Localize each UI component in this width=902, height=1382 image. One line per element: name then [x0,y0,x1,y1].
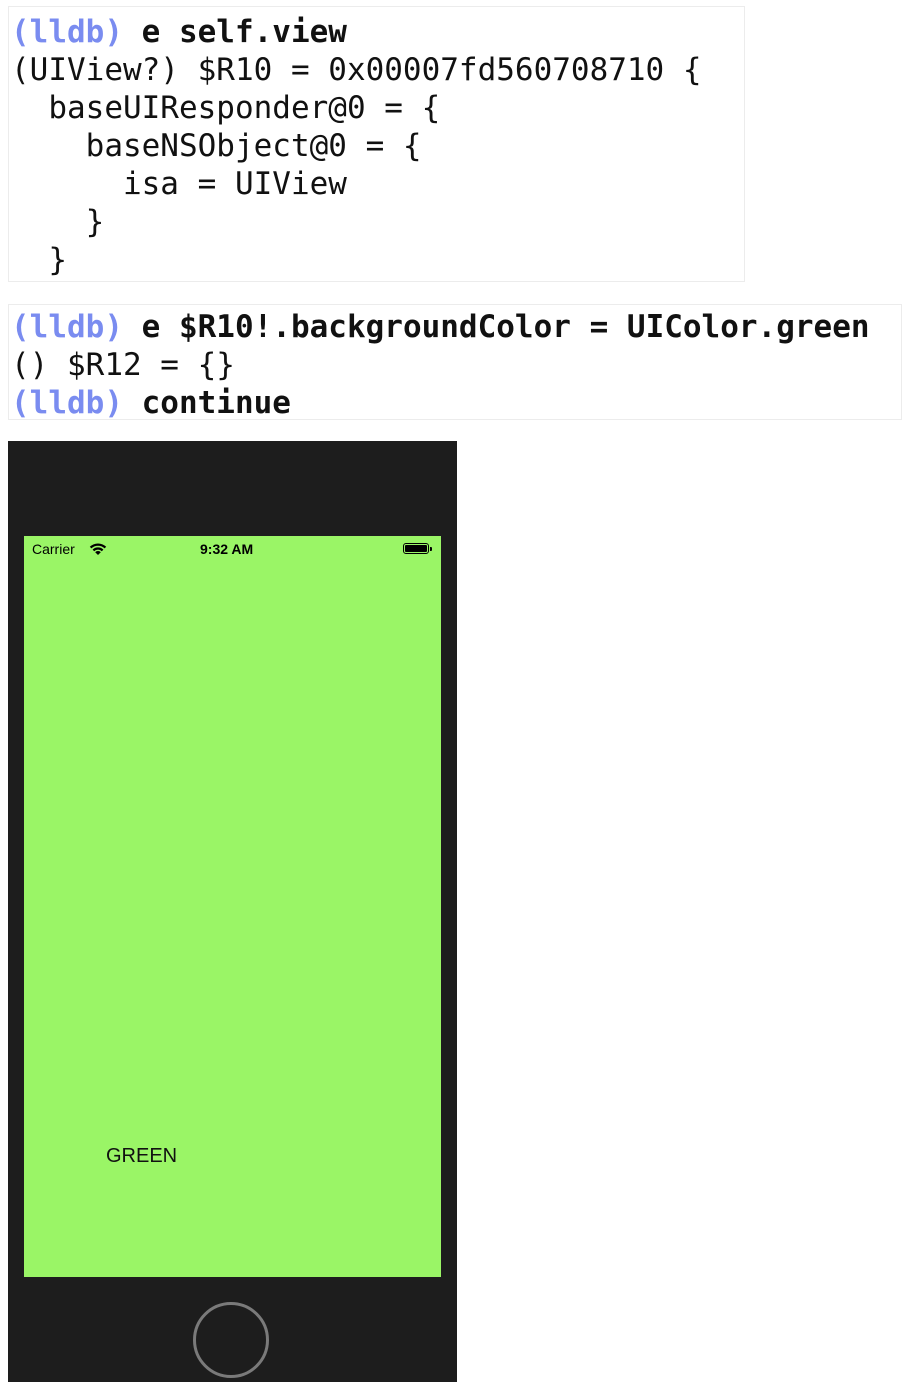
simulator-screen[interactable]: Carrier 9:32 AM GREEN [24,536,441,1277]
ios-simulator-device: Carrier 9:32 AM GREEN [8,441,457,1382]
console-line: baseUIResponder@0 = { [11,90,441,126]
console-command: e self.view [122,14,347,50]
wifi-icon [89,543,107,555]
console-line: } [11,204,105,240]
console-line: (lldb) continue [11,384,291,420]
status-time: 9:32 AM [200,541,254,557]
lldb-prompt: (lldb) [11,309,123,345]
lldb-prompt: (lldb) [11,14,123,50]
color-label: GREEN [106,1145,178,1167]
home-button[interactable] [193,1302,269,1378]
lldb-console-output-bottom: (lldb) e $R10!.backgroundColor = UIColor… [8,304,902,420]
battery-icon [403,543,432,554]
carrier-label: Carrier [32,541,75,557]
console-line: isa = UIView [11,166,347,202]
console-line: () $R12 = {} [11,347,235,383]
lldb-console-output-top: (lldb) e self.view (UIView?) $R10 = 0x00… [8,6,745,282]
console-line: baseNSObject@0 = { [11,128,422,164]
console-line: (lldb) e $R10!.backgroundColor = UIColor… [11,308,870,346]
status-bar: Carrier 9:32 AM [24,536,441,564]
console-command: e $R10!.backgroundColor = UIColor.green [122,309,870,345]
console-line: (UIView?) $R10 = 0x00007fd560708710 { [11,52,702,88]
clipped-console-line: •••••• [9,271,744,281]
lldb-prompt: (lldb) [11,385,123,420]
console-line: (lldb) e self.view [11,13,347,51]
console-command: continue [122,385,291,420]
